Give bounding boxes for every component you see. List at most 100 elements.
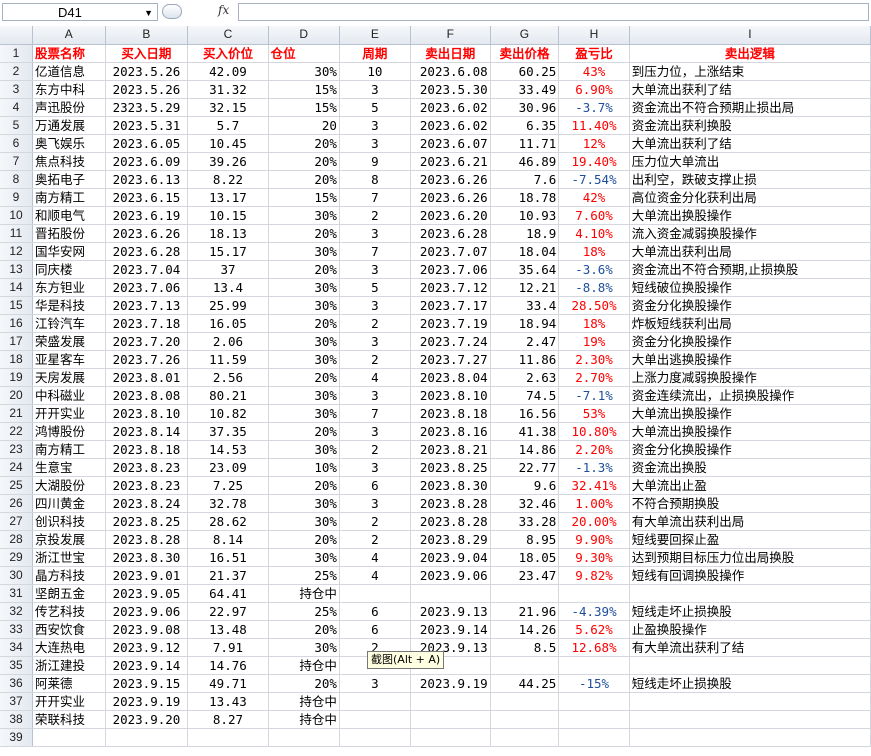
- cell-profit-ratio[interactable]: [558, 692, 630, 711]
- cell-sell-date[interactable]: 2023.8.30: [410, 476, 491, 495]
- cell-stock-name[interactable]: 东方钽业: [32, 278, 106, 297]
- cell-buy-date[interactable]: 2023.6.05: [105, 134, 189, 153]
- cell-buy-price[interactable]: 7.25: [187, 476, 269, 495]
- cell-period[interactable]: 8: [339, 170, 411, 189]
- cell-sell-price[interactable]: 18.94: [490, 314, 560, 333]
- cell-position[interactable]: 30%: [268, 62, 340, 81]
- cell-sell-date[interactable]: 2023.8.04: [410, 368, 491, 387]
- cell-sell-date[interactable]: 2023.5.30: [410, 80, 491, 99]
- cell-period[interactable]: 5: [339, 278, 411, 297]
- cell-buy-price[interactable]: 32.15: [187, 98, 269, 117]
- row-header-30[interactable]: 30: [0, 566, 34, 585]
- cell-buy-price[interactable]: 11.59: [187, 350, 269, 369]
- cell-sell-date[interactable]: 2023.8.28: [410, 494, 491, 513]
- cell-sell-logic[interactable]: 大单流出换股操作: [629, 404, 871, 423]
- cell-stock-name[interactable]: 晋拓股份: [32, 224, 106, 243]
- header-position[interactable]: 仓位: [268, 44, 340, 63]
- cell-profit-ratio[interactable]: 20.00%: [558, 512, 630, 531]
- cell-buy-date[interactable]: 2323.5.29: [105, 98, 189, 117]
- cell-period[interactable]: 2: [339, 350, 411, 369]
- cell-period[interactable]: [339, 710, 411, 729]
- cell-buy-date[interactable]: 2023.7.20: [105, 332, 189, 351]
- cell-period[interactable]: 2: [339, 512, 411, 531]
- row-header-32[interactable]: 32: [0, 602, 34, 621]
- cell-sell-price[interactable]: 2.47: [490, 332, 560, 351]
- cell-sell-date[interactable]: 2023.9.06: [410, 566, 491, 585]
- cell-sell-date[interactable]: 2023.8.18: [410, 404, 491, 423]
- cell-buy-price[interactable]: 13.17: [187, 188, 269, 207]
- cell-buy-price[interactable]: 42.09: [187, 62, 269, 81]
- column-header-i[interactable]: I: [629, 26, 871, 45]
- formula-input[interactable]: [238, 3, 869, 21]
- row-header-35[interactable]: 35: [0, 656, 34, 675]
- insert-function-icon[interactable]: fx: [218, 3, 229, 17]
- cell-sell-date[interactable]: 2023.6.26: [410, 188, 491, 207]
- cell-period[interactable]: 2: [339, 206, 411, 225]
- cell-buy-date[interactable]: 2023.8.28: [105, 530, 189, 549]
- cell-stock-name[interactable]: 奥飞娱乐: [32, 134, 106, 153]
- name-box[interactable]: D41 ▼: [2, 3, 158, 21]
- cell-profit-ratio[interactable]: -8.8%: [558, 278, 630, 297]
- cell-position[interactable]: 30%: [268, 332, 340, 351]
- cell-sell-logic[interactable]: 短线有回调换股操作: [629, 566, 871, 585]
- cell-sell-price[interactable]: [490, 584, 560, 603]
- cell-profit-ratio[interactable]: 19%: [558, 332, 630, 351]
- row-header-22[interactable]: 22: [0, 422, 34, 441]
- cell-sell-date[interactable]: 2023.9.19: [410, 674, 491, 693]
- cell-stock-name[interactable]: 天房发展: [32, 368, 106, 387]
- cell-sell-logic[interactable]: 压力位大单流出: [629, 152, 871, 171]
- cell-stock-name[interactable]: 阿莱德: [32, 674, 106, 693]
- column-header-g[interactable]: G: [490, 26, 560, 45]
- cell-sell-date[interactable]: 2023.8.21: [410, 440, 491, 459]
- cell-buy-date[interactable]: 2023.8.24: [105, 494, 189, 513]
- cell-sell-logic[interactable]: [629, 656, 871, 675]
- cell-period[interactable]: 3: [339, 458, 411, 477]
- cell-buy-price[interactable]: 13.48: [187, 620, 269, 639]
- cell-buy-price[interactable]: 13.4: [187, 278, 269, 297]
- cell-buy-date[interactable]: 2023.8.01: [105, 368, 189, 387]
- cell-profit-ratio[interactable]: -3.7%: [558, 98, 630, 117]
- cell-position[interactable]: 30%: [268, 206, 340, 225]
- cell-sell-date[interactable]: 2023.6.02: [410, 116, 491, 135]
- cell-sell-date[interactable]: 2023.9.13: [410, 602, 491, 621]
- cell-profit-ratio[interactable]: [558, 710, 630, 729]
- cell-position[interactable]: 20%: [268, 674, 340, 693]
- cell-sell-date[interactable]: 2023.8.16: [410, 422, 491, 441]
- cell-period[interactable]: 7: [339, 242, 411, 261]
- cell-buy-date[interactable]: 2023.6.28: [105, 242, 189, 261]
- cell-period[interactable]: 4: [339, 368, 411, 387]
- cell-stock-name[interactable]: 焦点科技: [32, 152, 106, 171]
- cell-position[interactable]: 30%: [268, 404, 340, 423]
- cell-stock-name[interactable]: 东方中科: [32, 80, 106, 99]
- cell-sell-date[interactable]: 2023.8.29: [410, 530, 491, 549]
- cell-buy-date[interactable]: 2023.9.01: [105, 566, 189, 585]
- cell-buy-price[interactable]: 8.22: [187, 170, 269, 189]
- row-header-12[interactable]: 12: [0, 242, 34, 261]
- cell-buy-price[interactable]: 31.32: [187, 80, 269, 99]
- row-header-39[interactable]: 39: [0, 728, 34, 747]
- cell-sell-logic[interactable]: 资金流出获利换股: [629, 116, 871, 135]
- cell-position[interactable]: 20%: [268, 530, 340, 549]
- select-all-corner[interactable]: [0, 26, 34, 45]
- cell-sell-logic[interactable]: 高位资金分化获利出局: [629, 188, 871, 207]
- cell-profit-ratio[interactable]: 2.30%: [558, 350, 630, 369]
- cell-stock-name[interactable]: 荣联科技: [32, 710, 106, 729]
- cell-period[interactable]: 3: [339, 422, 411, 441]
- cell-buy-price[interactable]: 14.76: [187, 656, 269, 675]
- cell-sell-date[interactable]: 2023.7.07: [410, 242, 491, 261]
- cell-stock-name[interactable]: 晶方科技: [32, 566, 106, 585]
- cell-profit-ratio[interactable]: -4.39%: [558, 602, 630, 621]
- cell-sell-logic[interactable]: 资金分化换股操作: [629, 440, 871, 459]
- cell-sell-price[interactable]: 46.89: [490, 152, 560, 171]
- cell-buy-date[interactable]: 2023.7.04: [105, 260, 189, 279]
- row-header-38[interactable]: 38: [0, 710, 34, 729]
- cell-buy-price[interactable]: 37.35: [187, 422, 269, 441]
- cell-sell-price[interactable]: 21.96: [490, 602, 560, 621]
- row-header-5[interactable]: 5: [0, 116, 34, 135]
- cell-sell-price[interactable]: 22.77: [490, 458, 560, 477]
- cell-period[interactable]: 3: [339, 674, 411, 693]
- cell-sell-date[interactable]: 2023.6.21: [410, 152, 491, 171]
- cell-sell-logic[interactable]: 达到预期目标压力位出局换股: [629, 548, 871, 567]
- row-header-34[interactable]: 34: [0, 638, 34, 657]
- cell-period[interactable]: 3: [339, 296, 411, 315]
